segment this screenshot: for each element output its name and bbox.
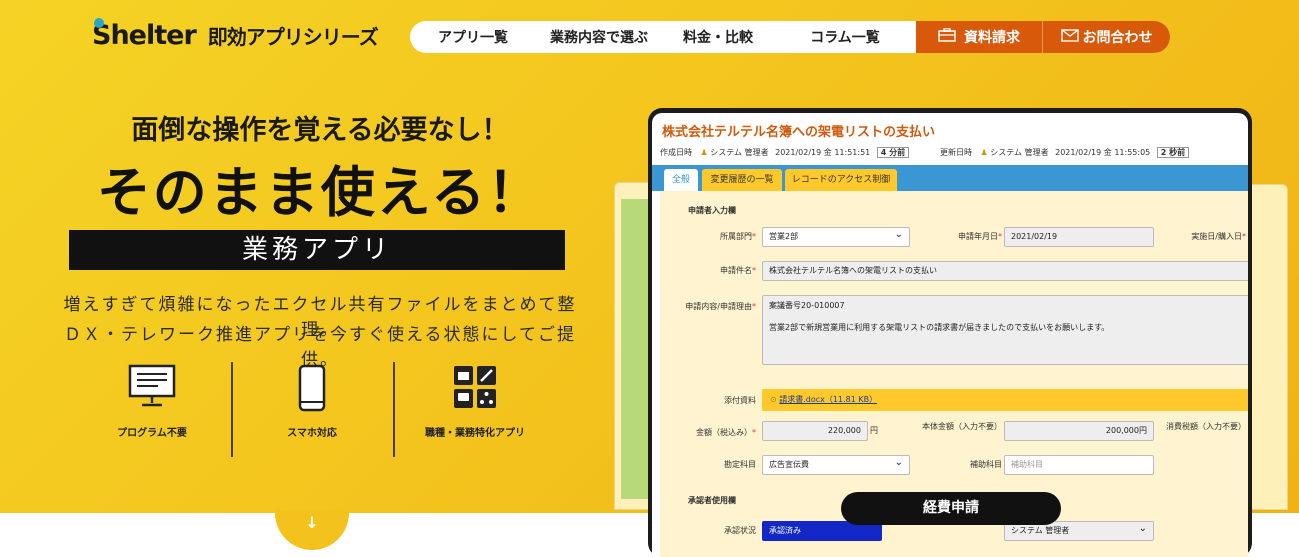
feature-smartphone: スマホ対応 <box>232 364 392 439</box>
nav-columns[interactable]: コラム一覧 <box>774 21 916 53</box>
section-applicant: 申請者入力欄 <box>688 206 736 215</box>
tab-general[interactable]: 全般 <box>664 169 698 191</box>
logo-wordmark: Shelter <box>92 18 197 51</box>
tax-label: 消費税額（入力不要） <box>1166 422 1246 431</box>
device-mockup: 株式会社テルテル名簿への架電リストの支払い 作成日時 ♟ システム 管理者 20… <box>648 108 1252 557</box>
app-category-badge: 経費申請 <box>841 492 1061 525</box>
contact-label: お問合わせ <box>1082 30 1153 46</box>
app-screen: 株式会社テルテル名簿への架電リストの支払い 作成日時 ♟ システム 管理者 20… <box>652 113 1248 557</box>
feature-label: スマホ対応 <box>287 428 337 439</box>
smartphone-icon <box>298 364 326 412</box>
subaccount-field[interactable]: 補助科目 <box>1004 455 1154 475</box>
nav-app-list[interactable]: アプリ一覧 <box>410 21 536 53</box>
attachment-link[interactable]: 請求書.docx（11.81 KB） <box>779 395 877 404</box>
attachment-field[interactable]: ⊙ 請求書.docx（11.81 KB） <box>762 389 1248 411</box>
user-icon: ♟ <box>980 148 988 157</box>
apply-date-field[interactable]: 2021/02/19 <box>1004 227 1154 247</box>
briefcase-icon <box>938 28 956 46</box>
reason-label: 申請内容/申請理由* <box>685 302 756 311</box>
account-label: 勘定科目 <box>724 460 756 469</box>
global-nav: アプリ一覧 業務内容で選ぶ 料金・比較 コラム一覧 資料請求 お問合わせ <box>410 21 1170 53</box>
approval-label: 承認状況 <box>724 526 756 535</box>
exec-date-label: 実施日/購入日* <box>1191 232 1246 241</box>
request-docs-label: 資料請求 <box>964 30 1020 46</box>
reason-textarea[interactable]: 案議番号20-010007 営業2部で新規営業用に利用する架電リストの請求書が届… <box>762 295 1248 365</box>
amount-label: 金額（税込み）* <box>696 428 756 437</box>
record-tabbar: 全般 変更履歴の一覧 レコードのアクセス制御 <box>652 165 1248 191</box>
contact-button[interactable]: お問合わせ <box>1043 21 1170 53</box>
apply-date-label: 申請年月日* <box>958 232 1002 241</box>
dept-label: 所属部門* <box>720 232 756 241</box>
arrow-down-icon: ↓ <box>305 513 319 532</box>
tab-history[interactable]: 変更履歴の一覧 <box>702 169 782 191</box>
feature-label: プログラム不要 <box>117 428 187 439</box>
background-screen-right <box>1250 184 1288 510</box>
updated-meta: 更新日時 ♟ システム 管理者 2021/02/19 金 11:55:05 2 … <box>940 147 1190 158</box>
subject-label: 申請件名* <box>720 266 756 275</box>
base-amount-field[interactable]: 200,000円 <box>1004 421 1154 441</box>
site-logo[interactable]: Shelter 即効アプリシリーズ <box>92 18 379 51</box>
description-line-2: ＤＸ・テレワーク推進アプリを今すぐ使える状態にしてご提供。 <box>64 325 576 370</box>
logo-dot-icon <box>94 18 104 28</box>
section-approver: 承認者使用欄 <box>688 496 736 505</box>
feature-no-programming: プログラム不要 <box>72 364 232 439</box>
created-meta: 作成日時 ♟ システム 管理者 2021/02/19 金 11:51:51 4 … <box>660 147 910 158</box>
request-docs-button[interactable]: 資料請求 <box>916 21 1043 53</box>
amount-field[interactable]: 220,000 <box>762 421 868 441</box>
headline-big: そのまま使える！ <box>96 161 544 224</box>
feature-industry-specific: 職種・業務特化アプリ <box>395 364 555 439</box>
logo-tagline: 即効アプリシリーズ <box>207 25 379 49</box>
nav-pricing[interactable]: 料金・比較 <box>662 21 774 53</box>
monitor-icon <box>128 364 176 407</box>
amount-unit: 円 <box>870 426 878 435</box>
account-select[interactable]: 広告宣伝費 <box>762 454 910 475</box>
nav-by-task[interactable]: 業務内容で選ぶ <box>536 21 662 53</box>
record-title: 株式会社テルテル名簿への架電リストの支払い <box>662 125 936 140</box>
headline-small: 面倒な操作を覚える必要なし！ <box>131 115 509 146</box>
base-amount-label: 本体金額（入力不要） <box>922 422 1002 431</box>
logo-name: Shelter <box>92 20 197 51</box>
subject-field[interactable]: 株式会社テルテル名簿への架電リストの支払い <box>762 261 1248 281</box>
user-icon: ♟ <box>700 148 708 157</box>
subaccount-label: 補助科目 <box>970 460 1002 469</box>
headline-band: 業務アプリ <box>69 230 565 270</box>
paperclip-icon: ⊙ <box>770 395 777 404</box>
dept-select[interactable]: 営業2部 <box>762 226 910 247</box>
mail-icon <box>1060 28 1079 46</box>
feature-label: 職種・業務特化アプリ <box>425 428 525 439</box>
attach-label: 添付資料 <box>724 396 756 405</box>
apps-grid-icon <box>454 366 496 408</box>
tab-access-control[interactable]: レコードのアクセス制御 <box>785 169 897 191</box>
